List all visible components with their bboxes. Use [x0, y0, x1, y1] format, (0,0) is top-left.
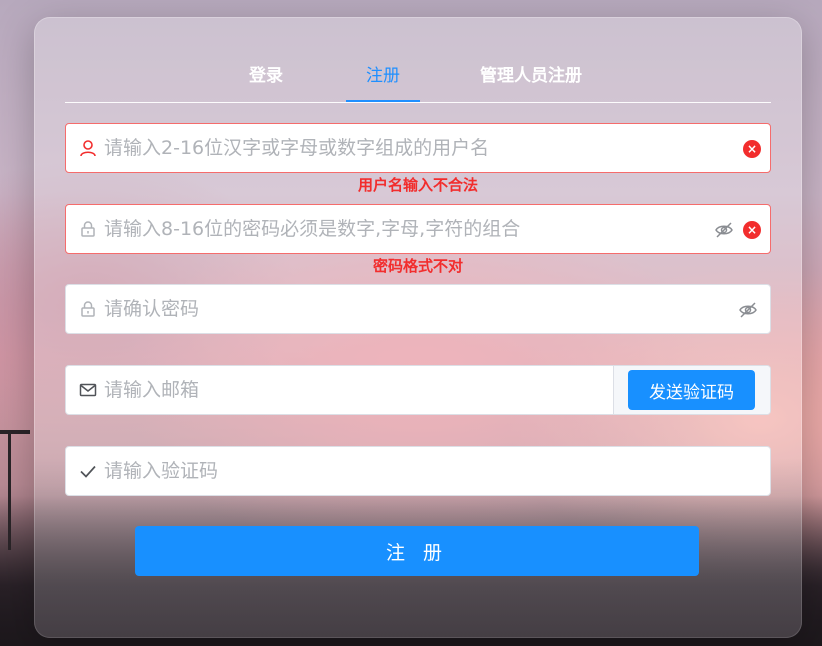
tab-bar: 登录 注册 管理人员注册 — [65, 63, 771, 103]
confirm-password-input[interactable] — [104, 285, 704, 333]
password-input[interactable] — [104, 205, 704, 253]
email-input[interactable] — [104, 366, 564, 414]
clear-icon[interactable]: × — [743, 140, 761, 158]
confirm-password-field — [65, 284, 771, 334]
mail-icon — [78, 380, 98, 400]
eye-off-icon[interactable] — [714, 220, 734, 240]
username-error: 用户名输入不合法 — [357, 176, 478, 194]
eye-off-icon[interactable] — [738, 300, 758, 320]
username-field: × — [65, 123, 771, 173]
clear-icon[interactable]: × — [743, 221, 761, 239]
register-card: 登录 注册 管理人员注册 × 用户名输入不合法 × 密码格式不对 — [34, 17, 802, 638]
tab-admin-register[interactable]: 管理人员注册 — [480, 63, 582, 103]
password-field: × — [65, 204, 771, 254]
check-icon — [78, 461, 98, 481]
send-code-button[interactable]: 发送验证码 — [628, 370, 755, 410]
background-structure — [8, 430, 11, 550]
send-code-wrap: 发送验证码 — [613, 366, 770, 414]
lock-icon — [78, 299, 98, 319]
register-button[interactable]: 注 册 — [135, 526, 699, 576]
background-structure — [0, 430, 30, 434]
username-input[interactable] — [104, 124, 704, 172]
email-field: 发送验证码 — [65, 365, 771, 415]
code-field — [65, 446, 771, 496]
code-input[interactable] — [104, 447, 704, 495]
tab-login[interactable]: 登录 — [249, 63, 283, 103]
lock-icon — [78, 219, 98, 239]
tab-register[interactable]: 注册 — [366, 63, 400, 103]
password-error: 密码格式不对 — [372, 257, 463, 275]
active-tab-indicator — [346, 100, 420, 102]
user-icon — [78, 138, 98, 158]
